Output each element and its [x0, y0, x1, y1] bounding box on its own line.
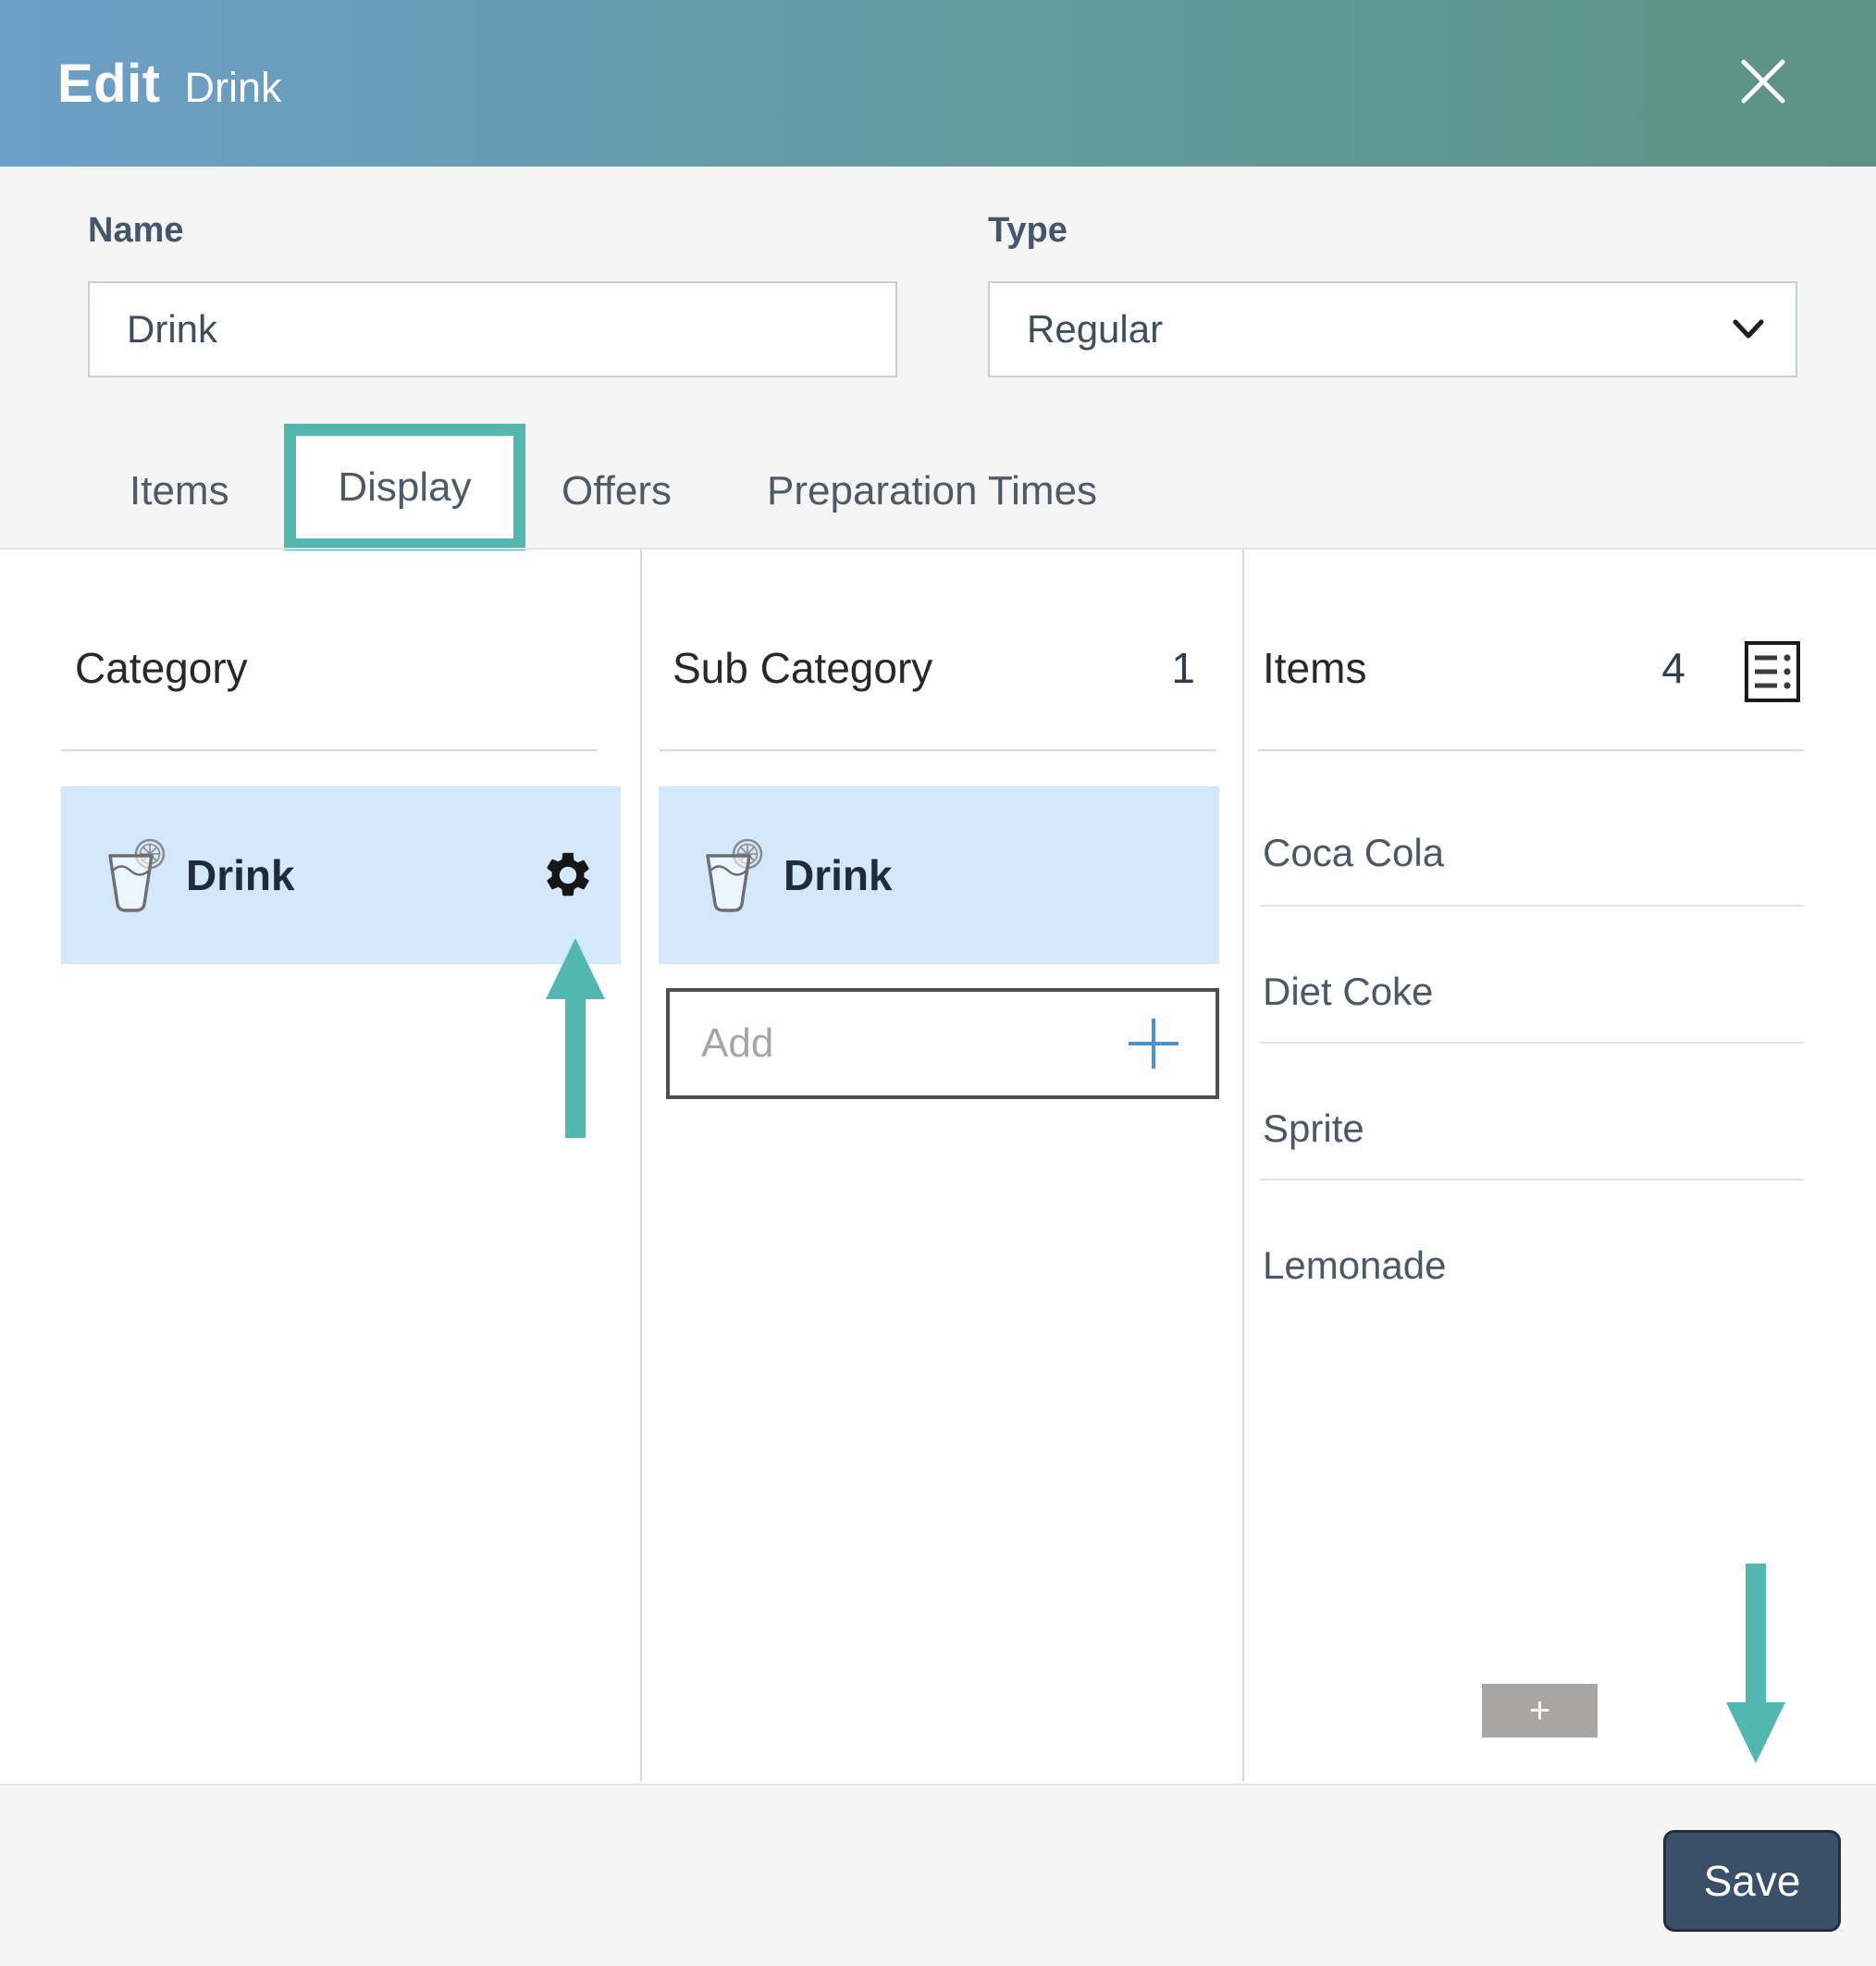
- modal-title-action: Edit: [57, 53, 161, 114]
- subcategory-header-underline: [660, 749, 1216, 751]
- tab-display[interactable]: Display: [296, 436, 513, 538]
- category-header-underline: [61, 749, 598, 751]
- column-divider: [640, 550, 642, 1782]
- modal-title-entity: Drink: [184, 63, 282, 111]
- edit-category-modal: Edit Drink Name Type Regular Items Displ…: [0, 0, 1876, 1966]
- items-count: 4: [1661, 644, 1685, 692]
- tab-offers[interactable]: Offers: [562, 468, 672, 514]
- subcategory-row-drink[interactable]: Drink: [659, 786, 1219, 964]
- name-label: Name: [88, 211, 184, 250]
- item-row-coca-cola[interactable]: Coca Cola: [1263, 831, 1804, 875]
- drink-glass-icon: [105, 835, 166, 915]
- item-divider: [1260, 1179, 1804, 1181]
- modal-footer: [0, 1784, 1876, 1966]
- subcategory-column-title: Sub Category: [673, 644, 933, 692]
- column-divider: [1242, 550, 1244, 1782]
- close-icon: [1736, 55, 1790, 113]
- tabs-divider: [0, 548, 1876, 550]
- annotation-arrow-down-shaft: [1746, 1564, 1766, 1704]
- add-subcategory-box[interactable]: [666, 988, 1219, 1099]
- type-select[interactable]: Regular: [988, 281, 1797, 377]
- add-subcategory-input[interactable]: [670, 1020, 1073, 1068]
- item-row-sprite[interactable]: Sprite: [1263, 1107, 1804, 1151]
- tab-display-highlight[interactable]: Display: [284, 424, 525, 550]
- save-button[interactable]: Save: [1663, 1830, 1841, 1932]
- category-row-label: Drink: [186, 851, 295, 899]
- list-icon[interactable]: [1744, 640, 1801, 703]
- subcategory-count: 1: [1171, 644, 1195, 692]
- category-row-drink[interactable]: Drink: [61, 786, 621, 964]
- item-divider: [1260, 905, 1804, 907]
- name-input[interactable]: [90, 307, 895, 352]
- add-item-button[interactable]: +: [1482, 1684, 1598, 1737]
- item-divider: [1260, 1042, 1804, 1044]
- drink-glass-icon: [702, 835, 763, 915]
- category-column-title: Category: [75, 644, 248, 692]
- tab-items[interactable]: Items: [130, 468, 229, 514]
- type-select-value: Regular: [1027, 307, 1164, 351]
- tab-preparation-times[interactable]: Preparation Times: [767, 468, 1097, 514]
- item-row-diet-coke[interactable]: Diet Coke: [1263, 970, 1804, 1014]
- annotation-arrow-down: [1726, 1702, 1785, 1763]
- modal-title: Edit Drink: [57, 53, 282, 115]
- item-row-lemonade[interactable]: Lemonade: [1263, 1243, 1804, 1288]
- annotation-arrow-up: [546, 938, 605, 999]
- annotation-arrow-up-shaft: [565, 997, 586, 1138]
- chevron-down-icon: [1733, 319, 1796, 340]
- modal-header: Edit Drink: [0, 0, 1876, 167]
- name-field-box: [88, 281, 897, 377]
- items-header-underline: [1258, 749, 1804, 751]
- subcategory-row-label: Drink: [784, 851, 893, 899]
- close-button[interactable]: [1728, 48, 1798, 118]
- type-label: Type: [988, 211, 1068, 250]
- gear-icon[interactable]: [541, 848, 595, 902]
- plus-icon[interactable]: [1125, 1015, 1216, 1072]
- items-column-title: Items: [1263, 644, 1367, 692]
